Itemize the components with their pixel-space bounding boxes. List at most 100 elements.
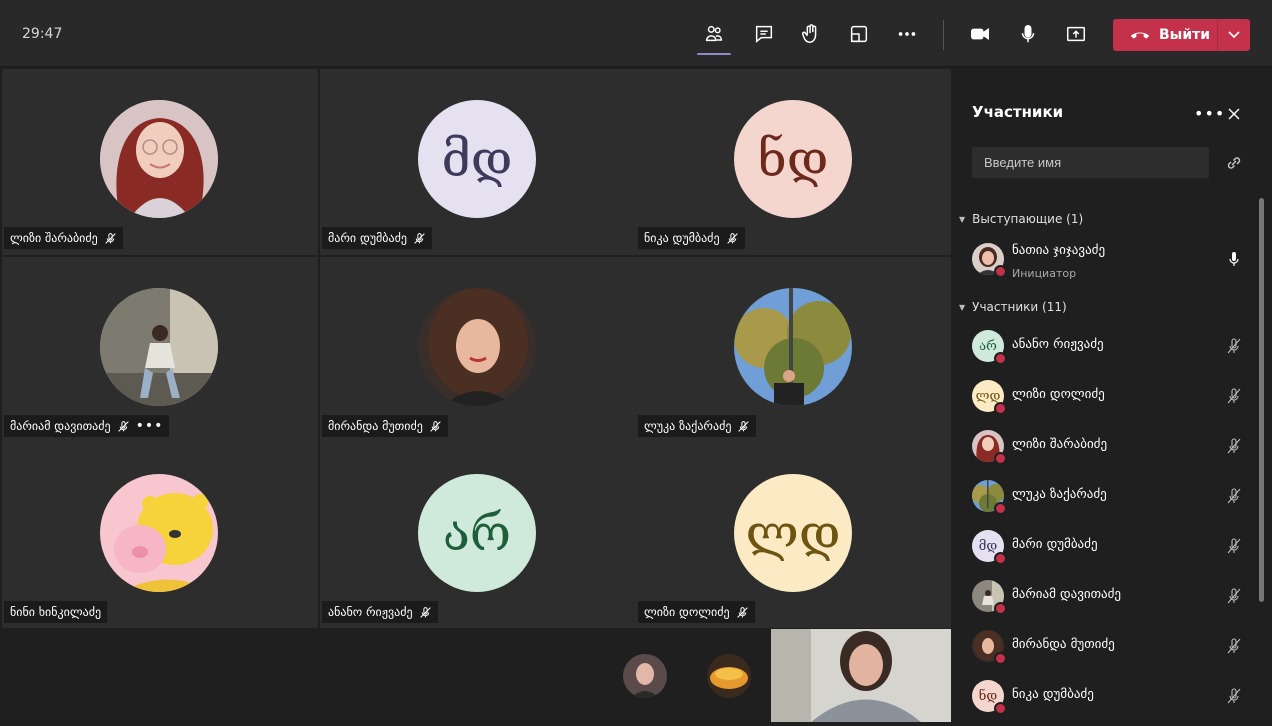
participant-tile[interactable]: არ ანანო რიჟვაძე	[320, 443, 636, 629]
share-screen-button[interactable]	[1062, 20, 1090, 48]
tile-more-options[interactable]: •••	[136, 418, 164, 434]
close-icon[interactable]	[1227, 107, 1241, 121]
avatar-initials: არ	[418, 474, 536, 592]
mic-off-icon	[419, 606, 431, 618]
avatar	[100, 288, 218, 406]
status-badge	[994, 452, 1007, 465]
participant-row[interactable]: ლუკა ზაქარაძე	[972, 477, 1241, 517]
participant-name: მარი დუმბაძე	[1012, 537, 1098, 552]
participant-name: ანანო რიჟვაძე	[328, 605, 413, 619]
status-badge	[994, 652, 1007, 665]
participant-name-tag: ნინი ხინკილაძე	[4, 601, 108, 623]
panel-title: Участники	[972, 103, 1064, 121]
share-screen-icon	[1067, 26, 1085, 42]
participant-name: ნინი ხინკილაძე	[10, 605, 102, 619]
mic-off-icon	[414, 232, 425, 244]
participant-name: ნათია ჯიჯავაძე	[1012, 243, 1106, 258]
camera-button[interactable]	[966, 20, 994, 48]
participant-name-tag: მარიამ დავითაძე •••	[4, 415, 170, 437]
participant-name-tag: მირანდა მუთიძე	[322, 415, 448, 437]
raise-hand-button[interactable]	[797, 20, 825, 48]
participant-row-presenter[interactable]: ნათია ჯიჯავაძე Инициатор	[972, 240, 1239, 280]
participant-tile[interactable]: მდ მარი დუმბაძე	[320, 69, 636, 255]
participant-name: ლიზი დოლიძე	[1012, 387, 1105, 402]
panel-scrollbar[interactable]	[1259, 198, 1264, 602]
participant-tile[interactable]: ლდ ლიზი დოლიძე	[636, 443, 952, 629]
avatar-initials: ლდ	[734, 474, 852, 592]
microphone-icon	[1229, 252, 1239, 266]
participant-row[interactable]: ლიზი შარაბიძე	[972, 427, 1241, 467]
mic-off-icon	[1227, 388, 1241, 404]
avatar	[734, 288, 852, 406]
participant-tile[interactable]: ნინი ხინკილაძე	[2, 443, 318, 629]
share-invite-link-icon[interactable]	[1225, 154, 1243, 172]
toolbar-divider	[943, 20, 944, 50]
mic-off-icon	[736, 606, 748, 618]
participant-name: ნიკა დუმბაძე	[644, 231, 720, 245]
mic-off-icon	[1227, 638, 1241, 654]
mic-off-icon	[1227, 588, 1241, 604]
participant-role: Инициатор	[1012, 267, 1077, 280]
chevron-down-icon	[1228, 31, 1240, 39]
participants-button[interactable]	[697, 20, 731, 55]
participant-tile[interactable]: ნდ ნიკა დუმბაძე	[636, 69, 952, 255]
status-badge	[994, 352, 1007, 365]
participant-tile[interactable]: ლუკა ზაქარაძე	[636, 257, 952, 443]
avatar-initials: ნდ	[734, 100, 852, 218]
participant-name: მირანდა მუთიძე	[1012, 637, 1115, 652]
participant-name-tag: მარი დუმბაძე	[322, 227, 432, 249]
presenters-section-header[interactable]: ▼ Выступающие (1)	[959, 212, 1083, 226]
participant-row[interactable]: ლდ ლიზი დოლიძე	[972, 377, 1241, 417]
microphone-icon	[1021, 25, 1035, 43]
participant-row[interactable]: არ ანანო რიჟვაძე	[972, 327, 1241, 367]
panel-more-button[interactable]: •••	[1194, 104, 1225, 123]
leave-main[interactable]: Выйти	[1113, 19, 1217, 51]
leave-options-dropdown[interactable]	[1218, 31, 1250, 39]
avatar	[100, 474, 218, 592]
participant-name: ლიზი შარაბიძე	[1012, 437, 1108, 452]
chat-icon	[755, 25, 773, 43]
participant-tile[interactable]: მარიამ დავითაძე •••	[2, 257, 318, 443]
mic-off-icon	[1227, 538, 1241, 554]
mic-off-icon	[738, 420, 750, 432]
status-badge	[994, 502, 1007, 515]
people-icon	[705, 25, 723, 42]
mic-off-icon	[1227, 488, 1241, 504]
participant-row[interactable]: ნდ ნიკა დუმბაძე	[972, 677, 1241, 717]
participants-section-header[interactable]: ▼ Участники (11)	[959, 300, 1067, 314]
chat-button[interactable]	[750, 20, 778, 48]
participant-tile[interactable]: მირანდა მუთიძე	[320, 257, 636, 443]
status-badge	[994, 265, 1007, 278]
hand-icon	[802, 24, 817, 43]
participant-search-input[interactable]	[972, 147, 1209, 178]
participants-panel: Участники ••• ▼ Выступающие (1) ნათია ჯი…	[951, 67, 1272, 726]
breakout-rooms-button[interactable]	[845, 20, 873, 48]
overflow-participant-avatar[interactable]	[623, 654, 667, 698]
self-view-video[interactable]	[771, 629, 951, 722]
participant-name: მარიამ დავითაძე	[10, 419, 111, 433]
mic-off-icon	[1227, 688, 1241, 704]
participant-name: ლუკა ზაქარაძე	[1012, 487, 1107, 502]
participant-name: ლუკა ზაქარაძე	[644, 419, 732, 433]
participant-name-tag: ლიზი დოლიძე	[638, 601, 755, 623]
participant-name: ანანო რიჟვაძე	[1012, 337, 1104, 352]
participant-name: ლიზი დოლიძე	[644, 605, 730, 619]
more-actions-button[interactable]	[893, 20, 921, 48]
mic-off-icon	[105, 232, 116, 244]
microphone-button[interactable]	[1014, 20, 1042, 48]
participant-row[interactable]: მდ მარი დუმბაძე	[972, 527, 1241, 567]
rooms-icon	[850, 25, 868, 43]
video-camera-icon	[971, 28, 989, 40]
avatar	[100, 100, 218, 218]
participant-row[interactable]: მირანდა მუთიძე	[972, 627, 1241, 667]
participant-tile[interactable]: ლიზი შარაბიძე	[2, 69, 318, 255]
participant-name: მირანდა მუთიძე	[328, 419, 423, 433]
mic-off-icon	[1227, 338, 1241, 354]
overflow-participant-avatar[interactable]	[707, 654, 751, 698]
leave-label: Выйти	[1159, 27, 1211, 43]
participant-name: მარი დუმბაძე	[328, 231, 407, 245]
participant-name-tag: ლიზი შარაბიძე	[4, 227, 123, 249]
participant-name: ლიზი შარაბიძე	[10, 231, 98, 245]
leave-button[interactable]: Выйти	[1113, 19, 1250, 51]
participant-row[interactable]: მარიამ დავითაძე	[972, 577, 1241, 617]
